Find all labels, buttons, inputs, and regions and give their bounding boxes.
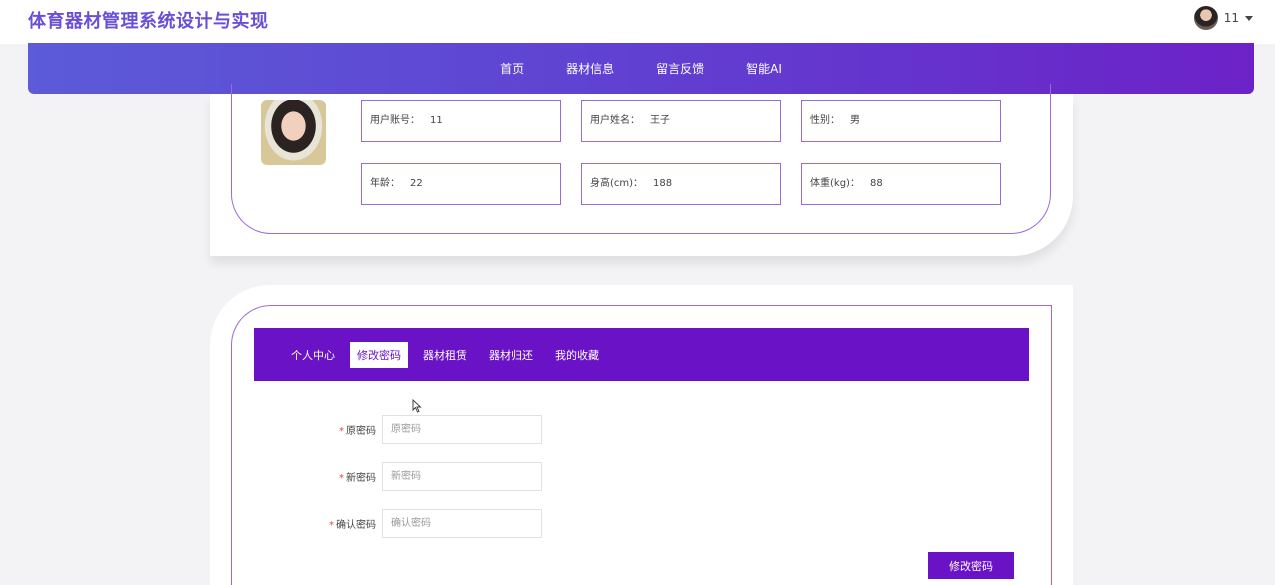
field-height-value: 188 xyxy=(653,178,673,189)
field-age: 年龄： 22 xyxy=(361,163,561,205)
tab-personal-center[interactable]: 个人中心 xyxy=(284,342,342,368)
tab-equipment-return[interactable]: 器材归还 xyxy=(482,342,540,368)
mouse-cursor-icon xyxy=(412,399,422,413)
field-weight-label: 体重(kg)： xyxy=(810,178,860,189)
new-password-row: * 新密码 xyxy=(320,461,542,491)
profile-card: 用户账号： 11 用户姓名： 王子 性别： 男 年龄： 22 身高(cm)： 188 体重… xyxy=(210,84,1073,256)
field-account-value: 11 xyxy=(430,115,443,126)
app-title: 体育器材管理系统设计与实现 xyxy=(28,11,269,32)
field-age-value: 22 xyxy=(410,178,423,189)
field-weight-value: 88 xyxy=(869,178,883,189)
top-header: 体育器材管理系统设计与实现 11 xyxy=(0,0,1275,44)
required-mark: * xyxy=(329,519,334,531)
new-password-label: * 新密码 xyxy=(339,472,376,484)
tab-change-password[interactable]: 修改密码 xyxy=(350,341,408,368)
old-password-input[interactable] xyxy=(382,414,542,444)
nav-item-smart-ai[interactable]: 智能AI xyxy=(725,60,803,77)
field-name: 用户姓名： 王子 xyxy=(581,100,781,142)
field-name-label: 用户姓名： xyxy=(590,115,640,126)
confirm-password-row: * 确认密码 xyxy=(320,508,542,538)
nav-item-equipment-info[interactable]: 器材信息 xyxy=(545,60,635,77)
user-tabs: 个人中心 修改密码 器材租赁 器材归还 我的收藏 xyxy=(254,328,1029,381)
nav-item-home[interactable]: 首页 xyxy=(479,60,545,77)
tab-my-favorites[interactable]: 我的收藏 xyxy=(548,342,606,368)
caret-down-icon[interactable] xyxy=(1245,15,1253,21)
user-menu[interactable]: 11 xyxy=(1193,6,1253,30)
field-gender: 性别： 男 xyxy=(801,100,1001,142)
field-name-value: 王子 xyxy=(650,115,670,126)
field-age-label: 年龄： xyxy=(370,178,400,189)
field-account: 用户账号： 11 xyxy=(361,100,561,142)
field-gender-label: 性别： xyxy=(810,115,840,126)
change-password-button[interactable]: 修改密码 xyxy=(928,552,1014,579)
user-name[interactable]: 11 xyxy=(1224,11,1239,25)
profile-photo xyxy=(261,100,326,165)
field-gender-value: 男 xyxy=(850,115,860,126)
field-account-label: 用户账号： xyxy=(370,115,420,126)
user-avatar[interactable] xyxy=(1193,6,1218,30)
field-height: 身高(cm)： 188 xyxy=(581,163,781,205)
old-password-label: * 原密码 xyxy=(339,425,376,437)
nav-item-feedback[interactable]: 留言反馈 xyxy=(635,60,725,77)
required-mark: * xyxy=(339,472,344,484)
new-password-input[interactable] xyxy=(382,461,542,491)
confirm-password-input[interactable] xyxy=(382,508,542,538)
field-height-label: 身高(cm)： xyxy=(590,178,644,189)
required-mark: * xyxy=(339,425,344,437)
confirm-password-label: * 确认密码 xyxy=(329,519,376,531)
tab-equipment-rental[interactable]: 器材租赁 xyxy=(416,342,474,368)
password-card: 个人中心 修改密码 器材租赁 器材归还 我的收藏 *原密码 *新密码 *确认密码… xyxy=(210,285,1073,585)
old-password-row: * 原密码 xyxy=(320,414,542,444)
field-weight: 体重(kg)： 88 xyxy=(801,163,1001,205)
